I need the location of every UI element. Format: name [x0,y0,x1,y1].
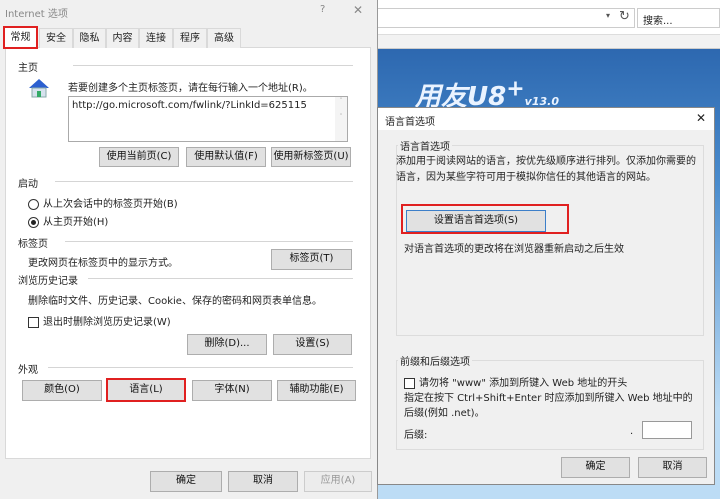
accessibility-button[interactable]: 辅助功能(E) [277,380,356,401]
suffix-label: 后缀: [404,430,428,441]
ok-button[interactable]: 确定 [150,471,222,492]
lang-desc: 添加用于阅读网站的语言，按优先级顺序进行排列。仅添加你需要的语言，因为某些字符可… [396,156,696,183]
home-url-textarea[interactable]: http://go.microsoft.com/fwlink/?LinkId=6… [68,96,348,142]
home-heading: 主页 [18,63,38,74]
tab-programs[interactable]: 程序 [173,28,207,48]
lang-dialog-title: 语言首选项 [385,117,435,128]
suffix-dot: . [630,426,634,437]
cancel-button[interactable]: 取消 [228,471,298,492]
use-default-button[interactable]: 使用默认值(F) [186,147,266,167]
fonts-button[interactable]: 字体(N) [192,380,272,401]
lang-ok-button[interactable]: 确定 [561,457,630,478]
house-icon [28,78,50,98]
use-new-tab-button[interactable]: 使用新标签页(U) [271,147,351,167]
scrollbar[interactable]: ˄ ˅ [335,97,347,141]
tabs-text: 更改网页在标签页中的显示方式。 [28,258,178,269]
close-icon[interactable]: ✕ [696,111,706,125]
delete-button[interactable]: 删除(D)... [187,334,267,355]
set-language-prefs-button[interactable]: 设置语言首选项(S) [406,210,546,232]
tab-security[interactable]: 安全 [39,28,73,48]
lang-group-label: 语言首选项 [398,138,452,153]
close-icon[interactable]: ✕ [353,3,363,17]
home-hint: 若要创建多个主页标签页，请在每行输入一个地址(R)。 [68,83,313,94]
tabs-heading: 标签页 [18,239,48,250]
lang-cancel-button[interactable]: 取消 [638,457,707,478]
www-checkbox[interactable]: 请勿将 "www" 添加到所键入 Web 地址的开头 [404,374,627,389]
browser-toolbar [370,35,720,49]
tabs-button[interactable]: 标签页(T) [271,249,352,270]
address-input[interactable] [370,8,635,28]
search-input[interactable]: 搜索... [637,8,720,28]
startup-home-radio[interactable]: 从主页开始(H) [28,213,108,228]
startup-heading: 启动 [18,179,38,190]
history-text: 删除临时文件、历史记录、Cookie、保存的密码和网页表单信息。 [28,296,322,307]
apply-button[interactable]: 应用(A) [304,471,372,492]
startup-last-session-radio[interactable]: 从上次会话中的标签页开始(B) [28,195,178,210]
internet-options-dialog: Internet 选项 ? ✕ 常规 安全 隐私 内容 连接 程序 高级 主页 … [0,0,378,499]
use-current-button[interactable]: 使用当前页(C) [99,147,179,167]
tab-privacy[interactable]: 隐私 [73,28,106,48]
suffix-desc: 指定在按下 Ctrl+Shift+Enter 时应添加到所键入 Web 地址中的… [404,393,693,419]
prefix-group-label: 前缀和后缀选项 [398,353,472,368]
delete-on-exit-checkbox[interactable]: 退出时删除浏览历史记录(W) [28,313,171,328]
tab-connections[interactable]: 连接 [139,28,173,48]
tab-general[interactable]: 常规 [3,26,38,49]
tab-content[interactable]: 内容 [106,28,139,48]
appearance-heading: 外观 [18,365,38,376]
help-button[interactable]: ? [320,4,325,15]
suffix-input[interactable] [642,421,692,439]
refresh-icon[interactable]: ↻ [619,9,630,24]
language-dialog: 语言首选项 ✕ 语言首选项 添加用于阅读网站的语言，按优先级顺序进行排列。仅添加… [377,107,715,485]
tab-advanced[interactable]: 高级 [207,28,241,48]
colors-button[interactable]: 颜色(O) [22,380,102,401]
dialog-title: Internet 选项 [5,9,68,20]
history-settings-button[interactable]: 设置(S) [273,334,352,355]
dropdown-icon[interactable]: ▾ [606,11,610,20]
lang-note: 对语言首选项的更改将在浏览器重新启动之后生效 [404,244,624,255]
history-heading: 浏览历史记录 [18,276,78,287]
languages-button[interactable]: 语言(L) [106,378,186,402]
